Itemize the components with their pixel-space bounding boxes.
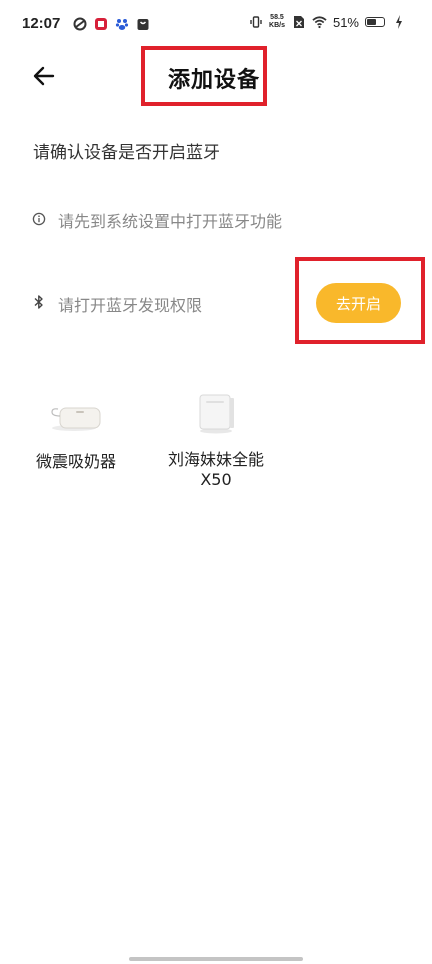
baidu-icon bbox=[114, 16, 129, 31]
charging-icon bbox=[391, 15, 406, 30]
status-time: 12:07 bbox=[22, 15, 61, 32]
bluetooth-icon bbox=[32, 294, 46, 314]
arrow-left-icon bbox=[32, 64, 56, 92]
vibrate-icon bbox=[248, 15, 263, 30]
device-name-x50: 刘海妹妹全能X50 bbox=[168, 450, 265, 489]
status-left-icons bbox=[72, 16, 150, 31]
net-speed: 58.5 KB/s bbox=[269, 14, 285, 30]
net-speed-unit: KB/s bbox=[269, 22, 285, 29]
wifi-icon bbox=[312, 15, 327, 30]
tip-bluetooth-permission-text: 请打开蓝牙发现权限 bbox=[58, 296, 203, 315]
screen: 12:07 58.5 KB/s 51% 添加设备 请确认设备是否开启蓝牙 请先到… bbox=[0, 0, 432, 964]
device-name-breast-pump: 微震吸奶器 bbox=[35, 452, 116, 471]
back-button[interactable] bbox=[28, 62, 60, 94]
battery-icon bbox=[365, 17, 385, 27]
smart-device-cube-icon bbox=[192, 384, 240, 440]
open-bluetooth-button[interactable]: 去开启 bbox=[316, 283, 401, 323]
sim-off-icon bbox=[291, 15, 306, 30]
breast-pump-icon bbox=[46, 386, 106, 442]
app-badge-icon bbox=[93, 16, 108, 31]
bluetooth-check-subtitle: 请确认设备是否开启蓝牙 bbox=[33, 143, 220, 163]
tip-bluetooth-permission: 请打开蓝牙发现权限 bbox=[32, 292, 202, 316]
device-item-x50[interactable]: 刘海妹妹全能X50 bbox=[168, 384, 264, 490]
status-bar: 12:07 58.5 KB/s 51% bbox=[0, 0, 432, 52]
tip-system-settings-text: 请先到系统设置中打开蓝牙功能 bbox=[58, 212, 283, 231]
page-title: 添加设备 bbox=[168, 68, 261, 93]
net-speed-value: 58.5 bbox=[270, 14, 284, 21]
tip-system-settings: 请先到系统设置中打开蓝牙功能 bbox=[32, 208, 282, 232]
home-indicator[interactable] bbox=[129, 957, 303, 961]
battery-percent: 51% bbox=[332, 14, 359, 30]
status-right: 58.5 KB/s 51% bbox=[248, 14, 406, 30]
shopping-bag-icon bbox=[135, 16, 150, 31]
info-icon bbox=[32, 211, 46, 230]
device-item-breast-pump[interactable]: 微震吸奶器 bbox=[28, 386, 124, 472]
sync-icon bbox=[72, 16, 87, 31]
